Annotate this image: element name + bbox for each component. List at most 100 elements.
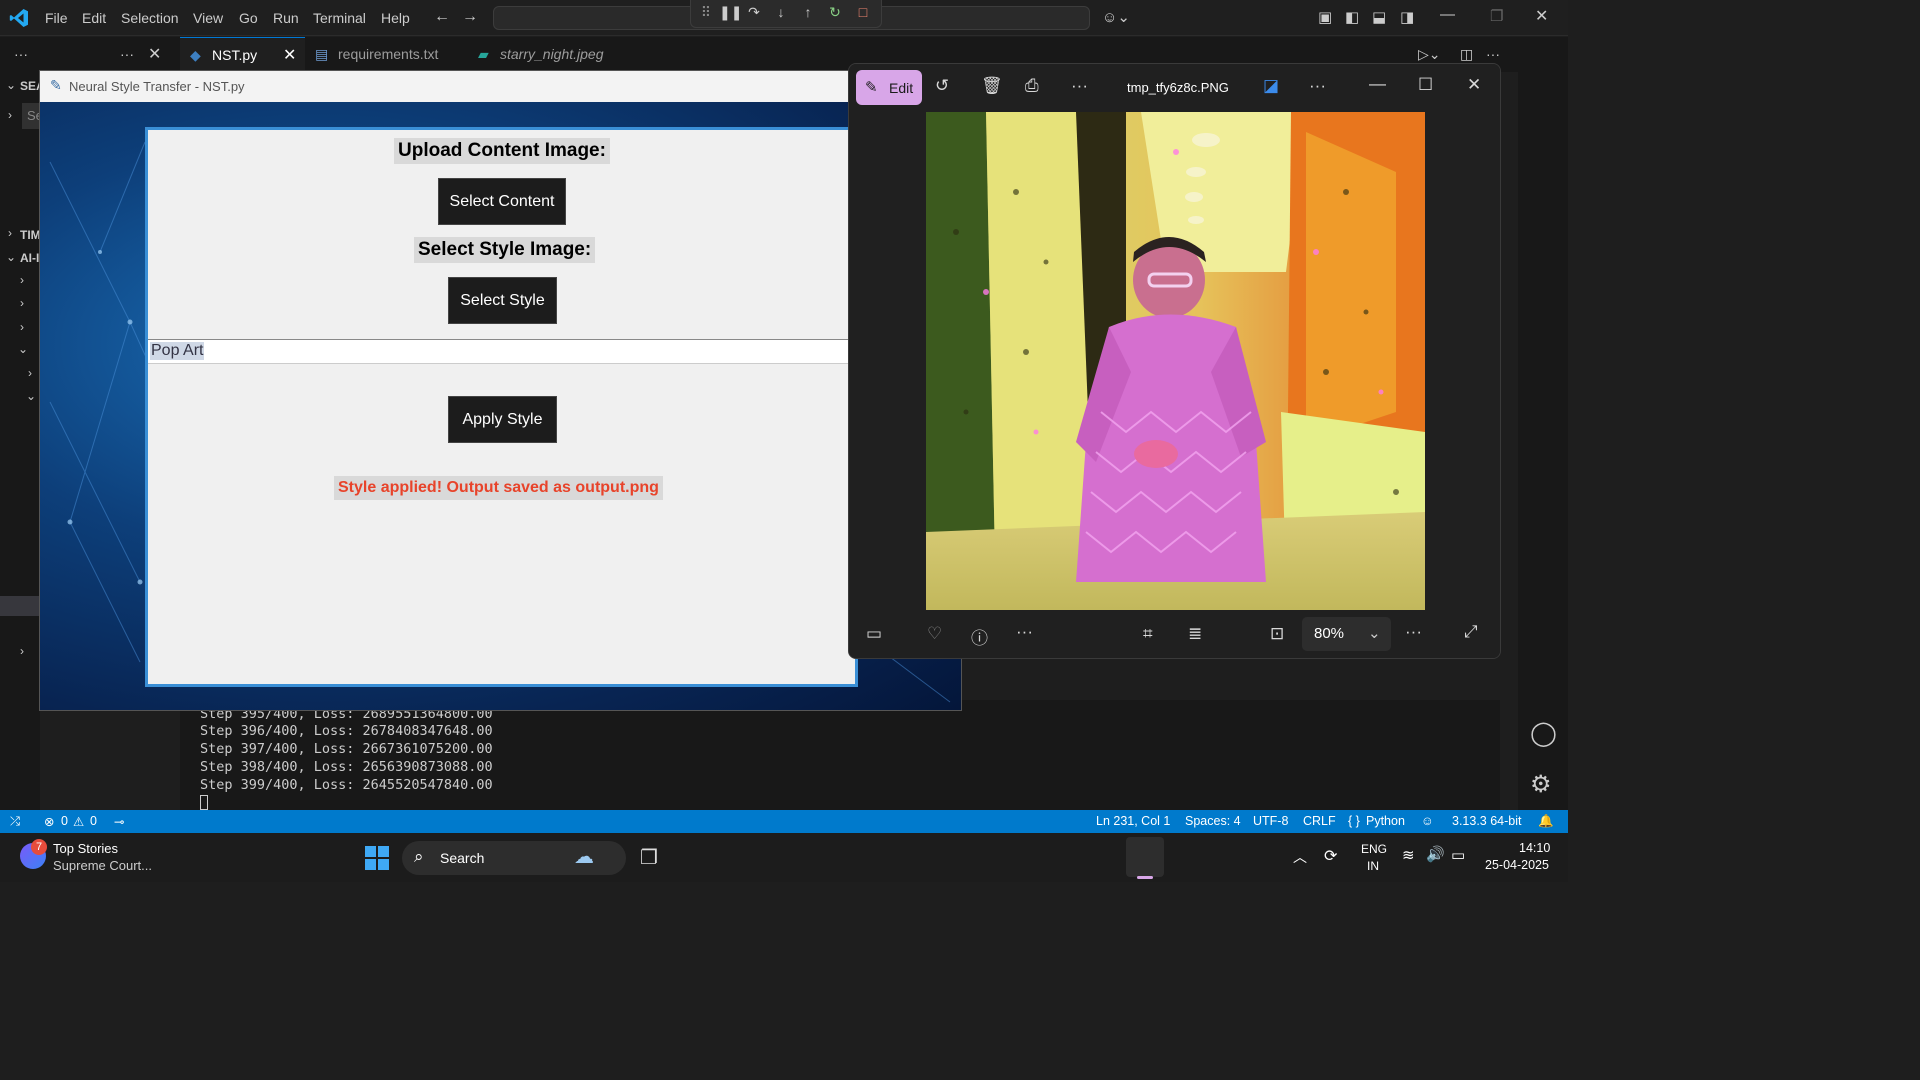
active-app-slot[interactable]: [1126, 837, 1164, 877]
back-arrow-icon[interactable]: ←: [434, 8, 450, 26]
tab-nst-py[interactable]: ◆ NST.py ✕: [180, 37, 305, 72]
restart-icon[interactable]: ↻: [826, 4, 844, 21]
menu-go[interactable]: Go: [239, 10, 258, 26]
sync-icon[interactable]: ⟳: [1324, 846, 1337, 866]
line-ending[interactable]: CRLF: [1303, 814, 1336, 828]
sidebar-section-ai[interactable]: AI-I: [20, 251, 39, 265]
search-input[interactable]: Se: [22, 103, 43, 129]
visual-search-icon[interactable]: ⌗: [1143, 624, 1153, 644]
menu-view[interactable]: View: [193, 10, 223, 26]
more-options-icon[interactable]: ···: [1309, 76, 1326, 96]
chevron-right-icon[interactable]: ›: [20, 644, 24, 658]
step-out-icon[interactable]: ↑: [799, 4, 817, 20]
news-subtitle[interactable]: Supreme Court...: [53, 858, 152, 873]
menu-terminal[interactable]: Terminal: [313, 10, 366, 26]
copilot-icon[interactable]: ☺: [1421, 814, 1434, 828]
minimize-icon[interactable]: —: [1369, 74, 1386, 94]
print-icon[interactable]: ⎙: [1025, 76, 1039, 96]
account-icon[interactable]: ◯: [1530, 719, 1557, 748]
chevron-down-icon[interactable]: ⌄: [6, 78, 16, 92]
tab-overflow-icon[interactable]: ···: [120, 37, 134, 72]
error-count[interactable]: 0: [61, 814, 68, 828]
tab-requirements-txt[interactable]: ▤ requirements.txt: [315, 37, 465, 72]
layout-customize-icon[interactable]: ▣: [1318, 8, 1332, 26]
explorer-more-icon[interactable]: ···: [14, 37, 28, 72]
notifications-bell-icon[interactable]: 🔔: [1538, 814, 1554, 829]
rotate-icon[interactable]: ↺: [935, 76, 949, 96]
chevron-right-icon[interactable]: ›: [20, 296, 24, 310]
restore-icon[interactable]: ❐: [1490, 7, 1503, 25]
drag-handle-icon[interactable]: ⠿: [697, 4, 715, 21]
tab-close-icon[interactable]: ✕: [283, 38, 296, 73]
minimize-icon[interactable]: —: [1440, 6, 1455, 23]
toggle-secondary-sidebar-icon[interactable]: ◨: [1400, 8, 1414, 26]
warnings-icon[interactable]: ⚠: [73, 814, 84, 829]
wifi-icon[interactable]: ≋: [1402, 846, 1415, 864]
menu-help[interactable]: Help: [381, 10, 410, 26]
terminal-panel[interactable]: Step 395/400, Loss: 2689551364800.00 Ste…: [180, 700, 1500, 810]
close-icon[interactable]: ✕: [1467, 75, 1481, 95]
show-hidden-icons-chevron-icon[interactable]: ︿: [1293, 847, 1307, 867]
menu-edit[interactable]: Edit: [82, 10, 106, 26]
pause-icon[interactable]: ❚❚: [719, 4, 742, 21]
fullscreen-icon[interactable]: ⤢: [1464, 622, 1478, 642]
python-interpreter[interactable]: 3.13.3 64-bit: [1452, 814, 1522, 828]
stop-icon[interactable]: □: [854, 4, 872, 20]
select-style-button[interactable]: Select Style: [448, 277, 557, 324]
taskbar-search-box[interactable]: ⌕ Search ☁: [402, 841, 626, 875]
select-content-button[interactable]: Select Content: [438, 178, 566, 225]
style-dropdown[interactable]: Pop Art ▼: [148, 339, 862, 364]
close-icon[interactable]: ✕: [1535, 6, 1548, 26]
photo-editor-icon[interactable]: ◪: [1263, 76, 1279, 96]
warning-count[interactable]: 0: [90, 814, 97, 828]
step-over-icon[interactable]: ↷: [745, 4, 763, 21]
windows-start-icon[interactable]: [365, 846, 389, 870]
language-mode[interactable]: Python: [1366, 814, 1405, 828]
language-secondary[interactable]: IN: [1367, 859, 1379, 873]
chevron-down-icon[interactable]: ⌄: [26, 389, 36, 403]
indentation[interactable]: Spaces: 4: [1185, 814, 1241, 828]
chevron-right-icon[interactable]: ›: [20, 273, 24, 287]
selected-tree-item[interactable]: [0, 596, 40, 616]
menu-file[interactable]: File: [45, 10, 68, 26]
apply-style-button[interactable]: Apply Style: [448, 396, 557, 443]
menu-selection[interactable]: Selection: [121, 10, 179, 26]
chevron-right-icon[interactable]: ›: [20, 320, 24, 334]
delete-icon[interactable]: 🗑: [981, 76, 1003, 96]
language-primary[interactable]: ENG: [1361, 842, 1387, 856]
ports-icon[interactable]: ⊸: [114, 814, 124, 829]
errors-icon[interactable]: ⊗: [44, 814, 54, 829]
toggle-panel-icon[interactable]: ⬓: [1372, 8, 1386, 26]
sidebar-section-timeline[interactable]: TIM: [20, 228, 41, 242]
menu-run[interactable]: Run: [273, 10, 299, 26]
chevron-right-icon[interactable]: ›: [28, 366, 32, 380]
manage-gear-icon[interactable]: ⚙: [1530, 770, 1552, 799]
more-options-icon[interactable]: ···: [1016, 622, 1033, 642]
chevron-down-icon[interactable]: ⌄: [18, 342, 28, 356]
text-scan-icon[interactable]: ≣: [1188, 624, 1202, 644]
edit-button[interactable]: ✎ Edit: [856, 70, 922, 105]
task-view-icon[interactable]: ❐: [640, 845, 658, 870]
copilot-icon[interactable]: ☺⌄: [1102, 8, 1130, 26]
step-into-icon[interactable]: ↓: [772, 4, 790, 20]
filmstrip-icon[interactable]: ▭: [866, 624, 882, 644]
battery-icon[interactable]: ▭: [1451, 846, 1465, 864]
chevron-right-icon[interactable]: ›: [8, 226, 12, 240]
clock-time[interactable]: 14:10: [1519, 841, 1550, 855]
volume-icon[interactable]: 🔊: [1426, 845, 1445, 863]
maximize-icon[interactable]: ☐: [1418, 75, 1433, 95]
actual-size-icon[interactable]: ⊡: [1270, 624, 1284, 644]
remote-indicator-icon[interactable]: ⤮: [10, 814, 20, 829]
more-options-icon[interactable]: ···: [1071, 76, 1088, 96]
news-title[interactable]: Top Stories: [53, 841, 118, 856]
info-icon[interactable]: ⓘ: [971, 624, 988, 649]
chevron-right-icon[interactable]: ›: [8, 108, 12, 122]
cursor-position[interactable]: Ln 231, Col 1: [1096, 814, 1170, 828]
tab-close-icon[interactable]: ✕: [148, 37, 161, 72]
toggle-sidebar-icon[interactable]: ◧: [1345, 8, 1359, 26]
forward-arrow-icon[interactable]: →: [462, 8, 478, 26]
tab-starry-night-jpeg[interactable]: ▰ starry_night.jpeg: [478, 37, 638, 72]
zoom-dropdown[interactable]: 80% ⌄: [1302, 617, 1391, 651]
favorite-heart-icon[interactable]: ♡: [927, 624, 942, 644]
chevron-down-icon[interactable]: ⌄: [6, 250, 16, 264]
